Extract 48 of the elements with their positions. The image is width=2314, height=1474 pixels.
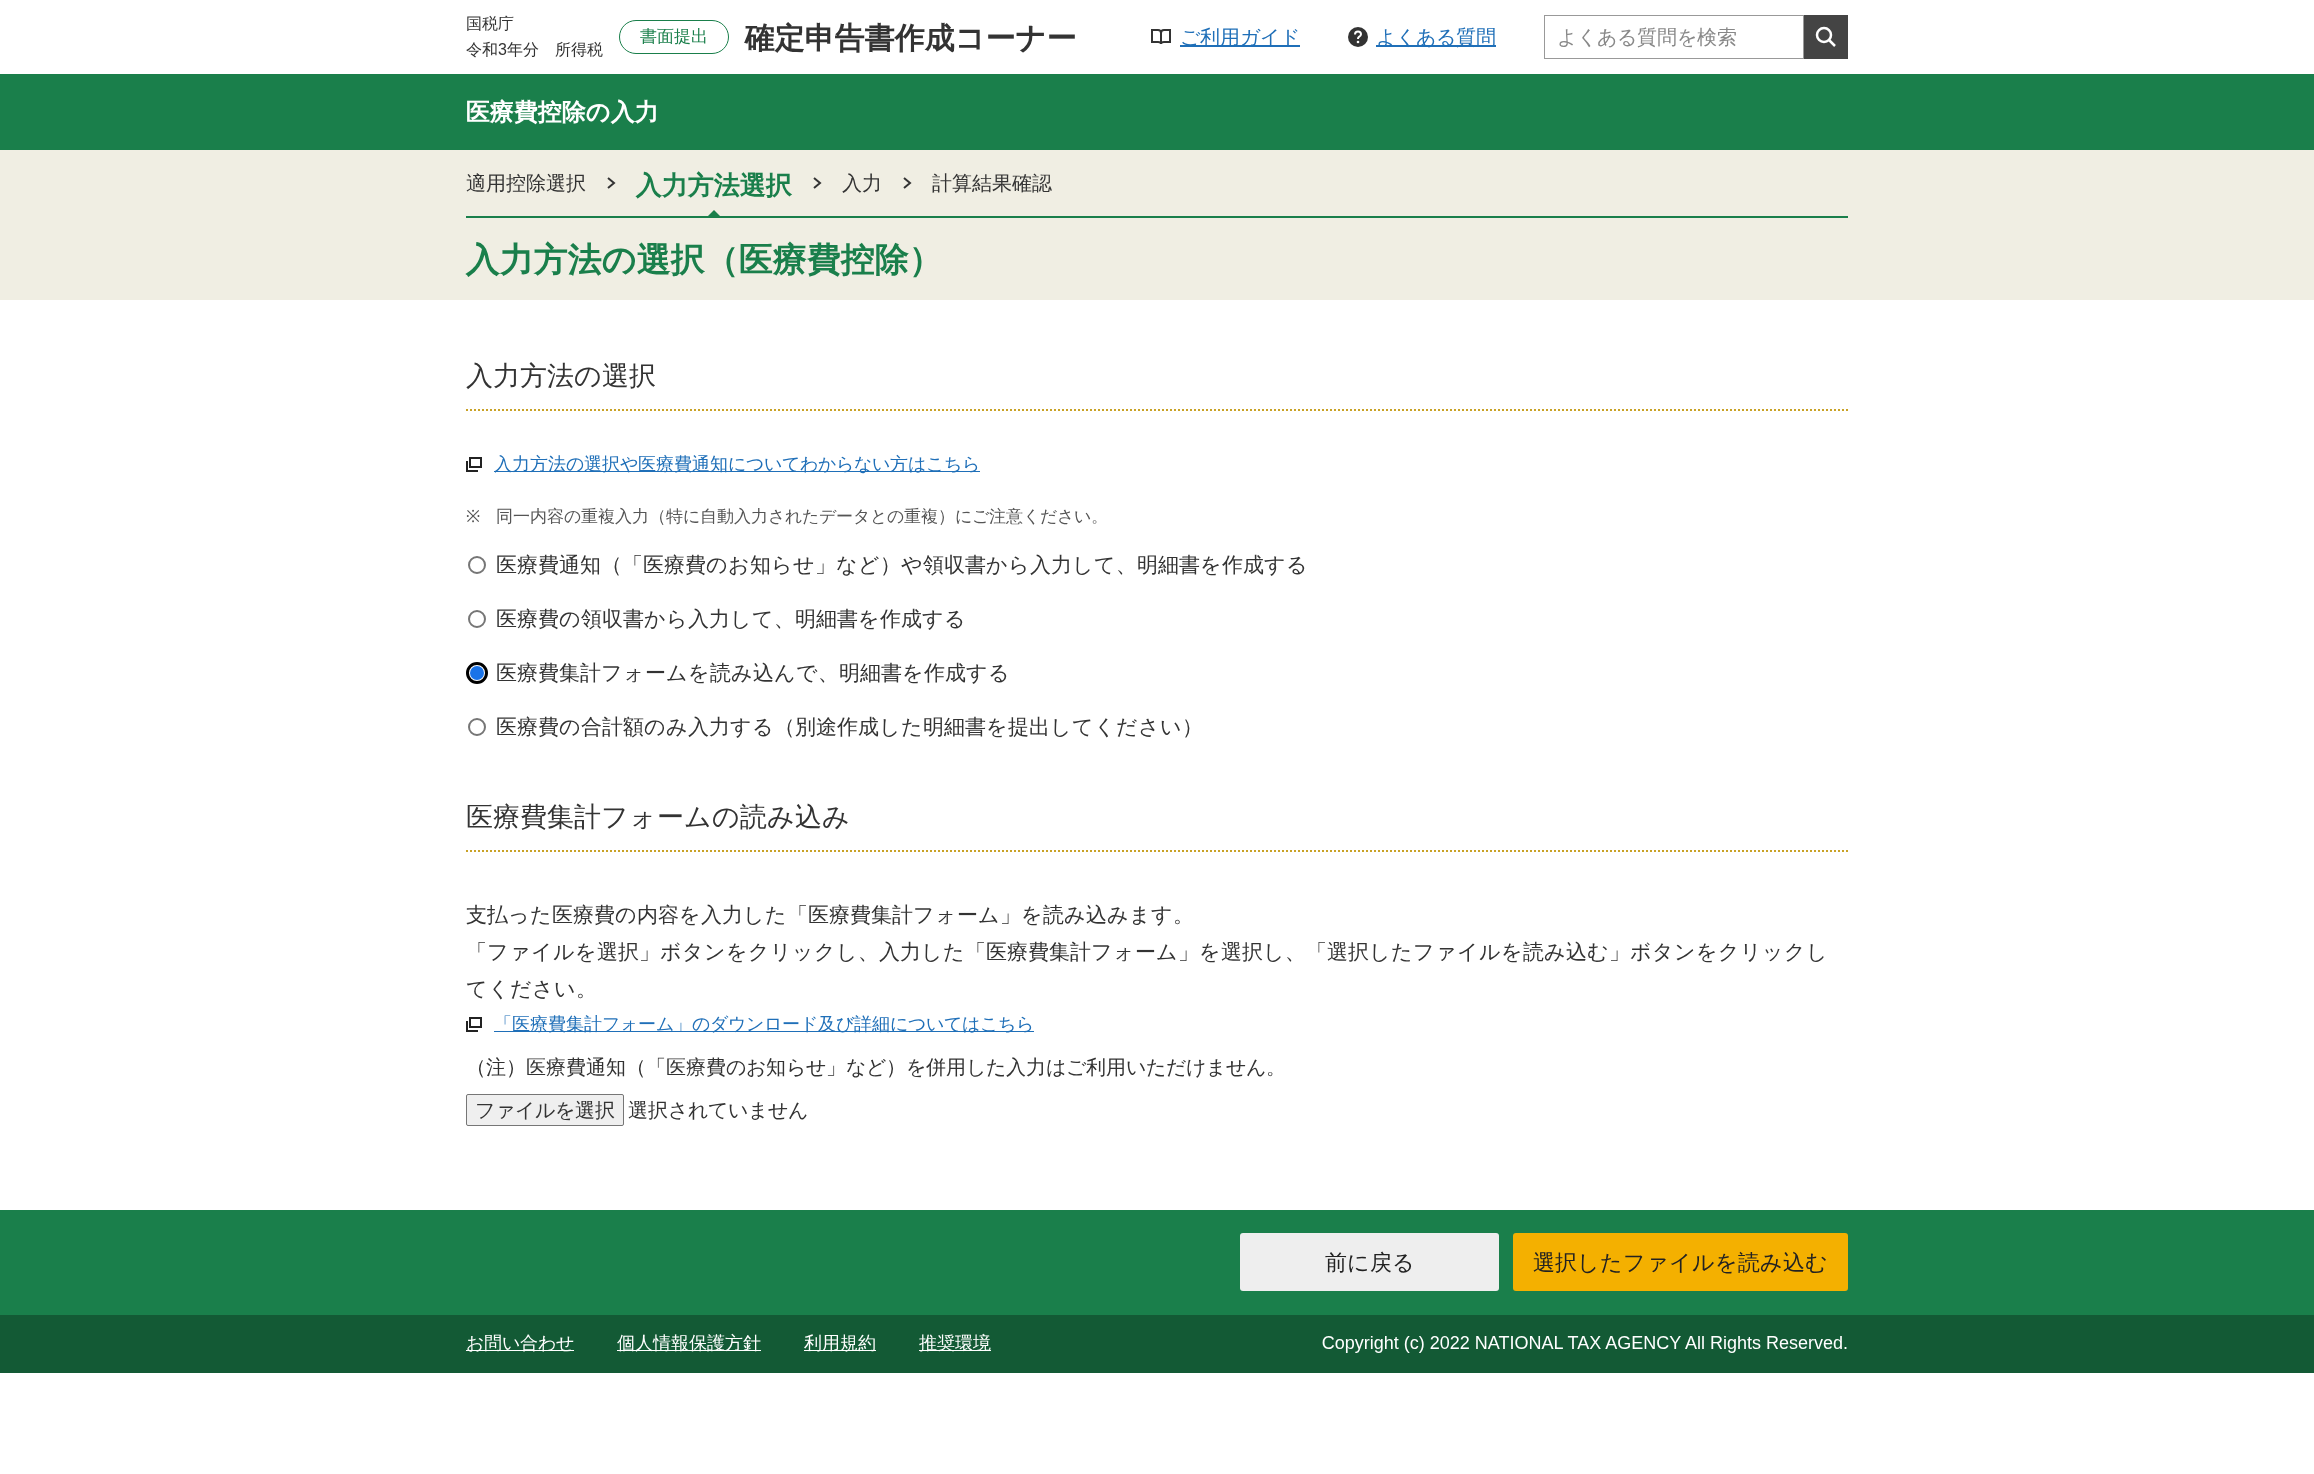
footer-link[interactable]: 利用規約 bbox=[804, 1330, 876, 1357]
footer-link[interactable]: 個人情報保護方針 bbox=[617, 1330, 761, 1357]
note-text: 同一内容の重複入力（特に自動入力されたデータとの重複）にご注意ください。 bbox=[496, 505, 1108, 528]
footer-link[interactable]: 推奨環境 bbox=[919, 1330, 991, 1357]
description-text: 支払った医療費の内容を入力した「医療費集計フォーム」を読み込みます。 bbox=[466, 901, 1195, 928]
tax-year: 令和3年分 bbox=[466, 40, 539, 60]
radio-button[interactable] bbox=[468, 610, 486, 628]
search-field[interactable]: よくある質問を検索 bbox=[1544, 15, 1804, 59]
breadcrumb-step: 入力 bbox=[842, 168, 882, 198]
chevron-icon bbox=[812, 176, 822, 190]
site-title: 確定申告書作成コーナー bbox=[744, 19, 1077, 56]
breadcrumb-step: 適用控除選択 bbox=[466, 168, 586, 198]
breadcrumb-step: 計算結果確認 bbox=[932, 168, 1052, 198]
caution-text: （注）医療費通知（「医療費のお知らせ」など）を併用した入力はご利用いただけません。 bbox=[466, 1054, 1287, 1080]
back-button[interactable]: 前に戻る bbox=[1240, 1233, 1499, 1291]
radio-button[interactable] bbox=[466, 662, 488, 684]
radio-button[interactable] bbox=[468, 718, 486, 736]
agency-name: 国税庁 bbox=[466, 14, 515, 34]
book-icon bbox=[1150, 28, 1172, 46]
search-icon bbox=[1815, 26, 1837, 48]
section-heading: 入力方法の選択 bbox=[466, 356, 1848, 411]
note-mark: ※ bbox=[466, 505, 480, 528]
banner-title: 医療費控除の入力 bbox=[466, 97, 660, 127]
file-status: 選択されていません bbox=[628, 1097, 808, 1123]
footer-link[interactable]: お問い合わせ bbox=[466, 1330, 574, 1357]
tax-type: 所得税 bbox=[554, 40, 603, 60]
search-button[interactable] bbox=[1804, 15, 1848, 59]
radio-button[interactable] bbox=[468, 556, 486, 574]
new-window-icon bbox=[466, 1016, 482, 1032]
section-heading: 医療費集計フォームの読み込み bbox=[466, 797, 1848, 852]
file-select-button[interactable]: ファイルを選択 bbox=[466, 1093, 624, 1126]
help-link[interactable]: 入力方法の選択や医療費通知についてわからない方はこちら bbox=[494, 450, 980, 478]
radio-label[interactable]: 医療費の領収書から入力して、明細書を作成する bbox=[496, 603, 966, 635]
chevron-icon bbox=[606, 176, 616, 190]
copyright-text: Copyright (c) 2022 NATIONAL TAX AGENCY All Rights Reserved. bbox=[1321, 1332, 1848, 1355]
new-window-icon bbox=[466, 456, 482, 472]
radio-label[interactable]: 医療費通知（「医療費のお知らせ」など）や領収書から入力して、明細書を作成する bbox=[496, 549, 1308, 581]
breadcrumb-step: 入力方法選択 bbox=[636, 150, 792, 216]
page-title: 入力方法の選択（医療費控除） bbox=[466, 239, 944, 280]
header-link[interactable]: ご利用ガイド bbox=[1180, 22, 1300, 52]
download-link[interactable]: 「医療費集計フォーム」のダウンロード及び詳細についてはこちら bbox=[494, 1010, 1034, 1038]
help-icon bbox=[1348, 27, 1368, 47]
description-text: 「ファイルを選択」ボタンをクリックし、入力した「医療費集計フォーム」を選択し、「選択したファイルを読み込む」ボタンをクリックしてください。 bbox=[466, 938, 1829, 1002]
radio-label[interactable]: 医療費集計フォームを読み込んで、明細書を作成する bbox=[496, 657, 1010, 689]
radio-label[interactable]: 医療費の合計額のみ入力する（別途作成した明細書を提出してください） bbox=[496, 711, 1203, 743]
chevron-icon bbox=[902, 176, 912, 190]
load-file-button[interactable]: 選択したファイルを読み込む bbox=[1513, 1233, 1848, 1291]
header-link[interactable]: よくある質問 bbox=[1376, 22, 1496, 52]
